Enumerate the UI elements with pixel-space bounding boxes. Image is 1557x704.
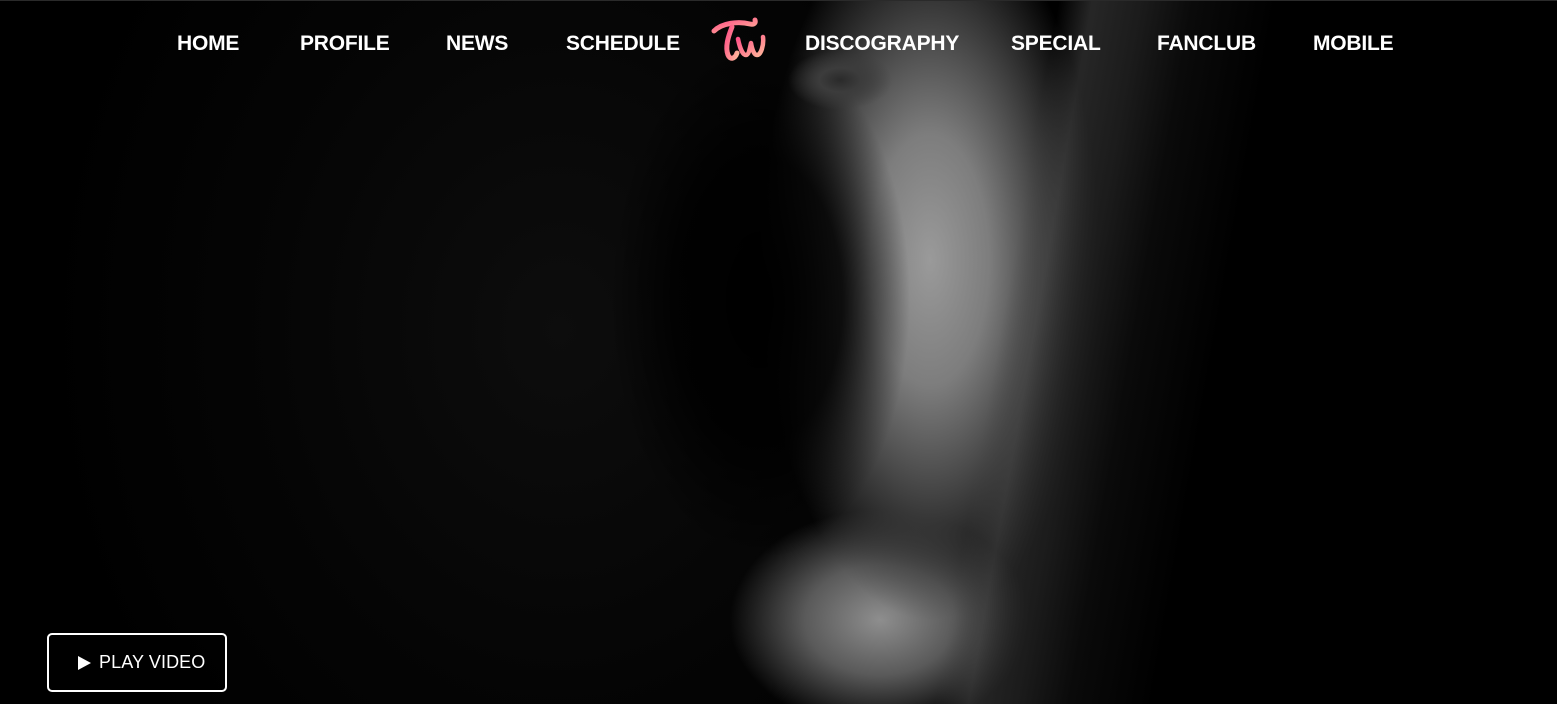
nav-item-news[interactable]: NEWS xyxy=(446,32,508,56)
main-nav: HOME PROFILE NEWS SCHEDULE DISCOGRAPHY S… xyxy=(0,0,1557,86)
page: HOME PROFILE NEWS SCHEDULE DISCOGRAPHY S… xyxy=(0,0,1557,704)
nav-item-home[interactable]: HOME xyxy=(177,32,239,56)
play-video-button[interactable]: PLAY VIDEO xyxy=(47,633,227,692)
nav-item-special[interactable]: SPECIAL xyxy=(1011,32,1101,56)
nav-item-profile[interactable]: PROFILE xyxy=(300,32,390,56)
play-icon xyxy=(78,655,91,670)
nav-item-discography[interactable]: DISCOGRAPHY xyxy=(805,32,959,56)
nav-item-schedule[interactable]: SCHEDULE xyxy=(566,32,680,56)
nav-item-mobile[interactable]: MOBILE xyxy=(1313,32,1394,56)
play-video-label: PLAY VIDEO xyxy=(99,652,206,672)
hero-background-image xyxy=(0,0,1557,704)
tw-logo-icon[interactable] xyxy=(708,15,770,67)
nav-item-fanclub[interactable]: FANCLUB xyxy=(1157,32,1256,56)
